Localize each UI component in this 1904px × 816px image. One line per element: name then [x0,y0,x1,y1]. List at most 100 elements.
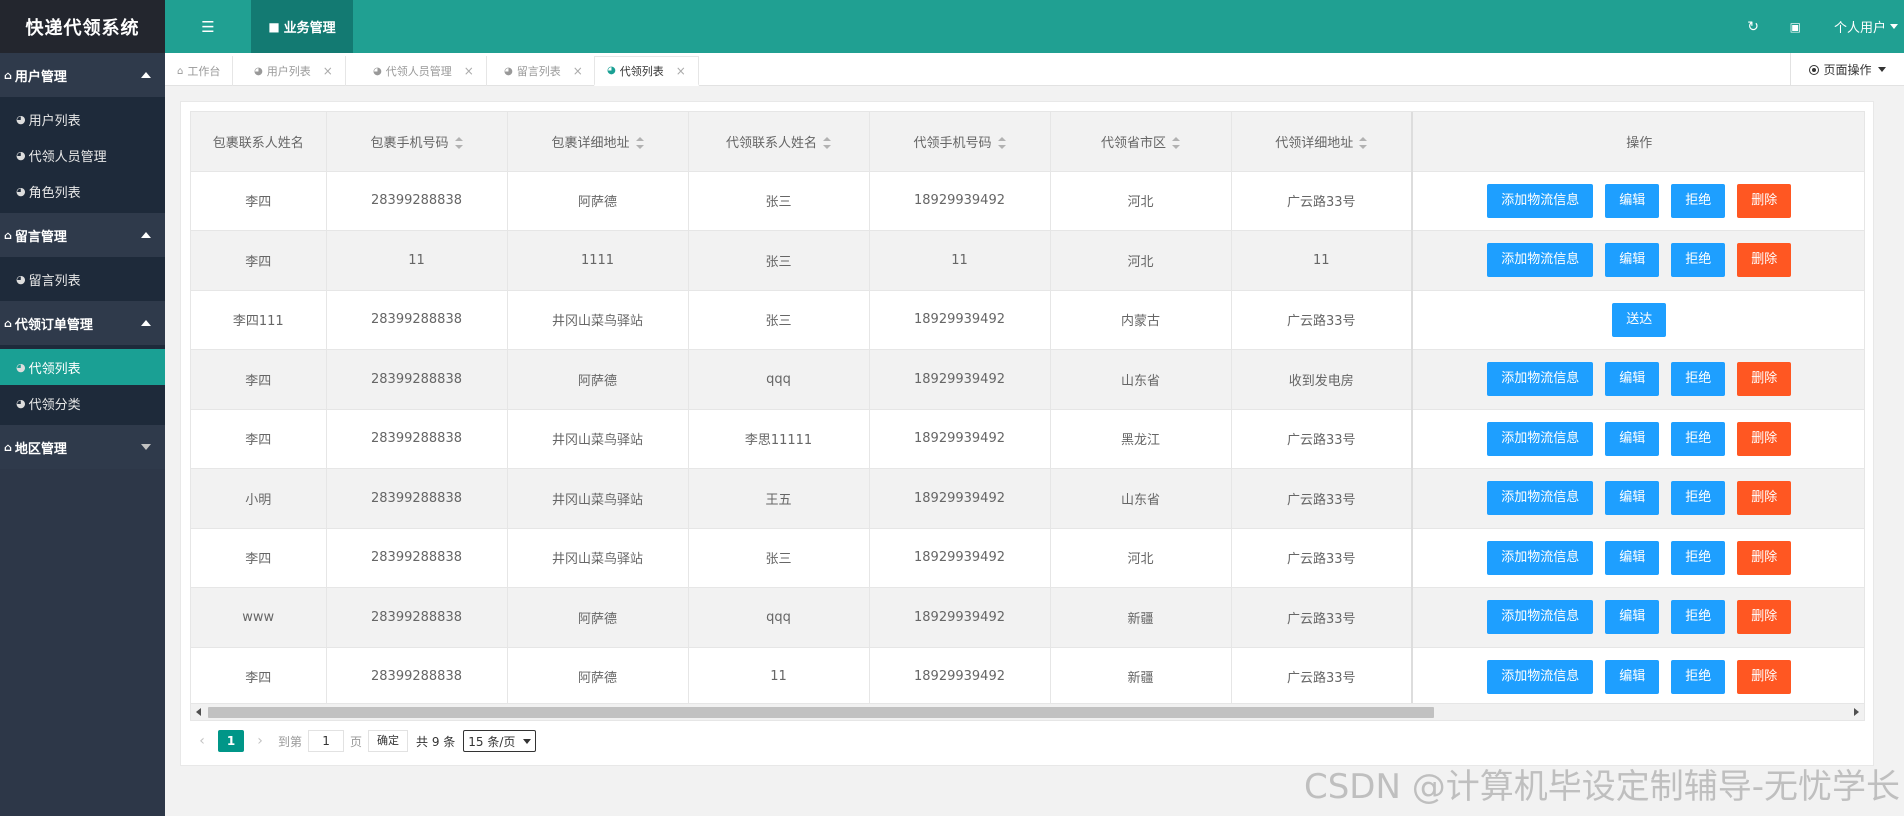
delete-button[interactable]: 删除 [1737,540,1792,575]
delete-button[interactable]: 删除 [1737,183,1792,218]
reject-button[interactable]: 拒绝 [1671,540,1726,575]
nav-group-message-management[interactable]: ⌂ 留言管理 [0,213,165,257]
delete-button[interactable]: 删除 [1737,362,1792,397]
tab-user-list[interactable]: ◕ 用户列表 × [242,56,346,86]
add-logistics-button[interactable]: 添加物流信息 [1487,659,1594,694]
table-cell: 内蒙古 [1050,290,1232,350]
delete-button[interactable]: 删除 [1737,421,1792,456]
sort-icon[interactable] [1172,137,1180,150]
refresh-button[interactable]: ↻ [1747,0,1759,53]
next-page-button[interactable]: › [248,733,272,749]
prev-page-button[interactable]: ‹ [190,733,214,749]
scrollbar-thumb[interactable] [208,707,1434,718]
column-header-label: 包裹详细地址 [551,135,630,151]
trash-icon: ▣ [1789,19,1801,34]
sort-icon[interactable] [823,137,831,150]
table-cell: www [191,587,327,648]
close-icon[interactable]: × [676,64,686,78]
table-row: 李四 28399288838 阿萨德 张三 18929939492 河北 广云路33号 添加物… [191,171,1864,231]
nav-group-order-management[interactable]: ⌂ 代领订单管理 [0,301,165,345]
sidebar-item-agent-management[interactable]: ◕ 代领人员管理 [0,137,165,173]
reject-button[interactable]: 拒绝 [1671,600,1726,635]
edit-button[interactable]: 编辑 [1605,659,1660,694]
nav-group-region-management[interactable]: ⌂ 地区管理 [0,425,165,469]
page-size-select[interactable]: 15 条/页 [463,730,537,752]
scroll-right-icon[interactable] [1854,708,1859,716]
page-size-value: 15 条/页 [468,734,516,749]
column-header[interactable]: 代领联系人姓名 [688,112,870,172]
user-menu[interactable]: 个人用户 [1834,0,1898,53]
edit-button[interactable]: 编辑 [1605,540,1660,575]
add-logistics-button[interactable]: 添加物流信息 [1487,421,1594,456]
tab-workbench[interactable]: ⌂ 工作台 [165,56,234,86]
reject-button[interactable]: 拒绝 [1671,659,1726,694]
clear-cache-button[interactable]: ▣ [1790,0,1801,53]
refresh-icon: ↻ [1747,18,1759,35]
table-cell: 11 [326,230,508,291]
current-page[interactable]: 1 [218,730,244,752]
column-header[interactable]: 包裹详细地址 [507,112,689,172]
sidebar-item-label: 留言列表 [28,273,81,289]
add-logistics-button[interactable]: 添加物流信息 [1487,600,1594,635]
edit-button[interactable]: 编辑 [1605,362,1660,397]
scroll-left-icon[interactable] [196,708,201,716]
confirm-button[interactable]: 确定 [368,730,409,752]
edit-button[interactable]: 编辑 [1605,421,1660,456]
sidebar-item-role-list[interactable]: ◕ 角色列表 [0,173,165,209]
goto-page-input[interactable] [308,730,345,752]
pagination: ‹ 1 › 到第 页 确定 共 9 条 15 条/页 [190,729,537,753]
edit-button[interactable]: 编辑 [1605,600,1660,635]
reject-button[interactable]: 拒绝 [1671,183,1726,218]
delete-button[interactable]: 删除 [1737,481,1792,516]
nav-group-user-management[interactable]: ⌂ 用户管理 [0,53,165,97]
tab-pickup-list[interactable]: ◕ 代领列表 × [594,56,699,86]
add-logistics-button[interactable]: 添加物流信息 [1487,481,1594,516]
column-header[interactable]: 包裹手机号码 [326,112,508,172]
add-logistics-button[interactable]: 添加物流信息 [1487,243,1594,278]
reject-button[interactable]: 拒绝 [1671,481,1726,516]
deliver-button[interactable]: 送达 [1612,302,1667,337]
table-cell: qqq [688,349,870,410]
add-logistics-button[interactable]: 添加物流信息 [1487,183,1594,218]
table-cell: 山东省 [1050,349,1232,410]
sort-icon[interactable] [1359,137,1368,150]
sort-icon[interactable] [635,137,644,150]
sidebar-item-user-list[interactable]: ◕ 用户列表 [0,101,165,137]
edit-button[interactable]: 编辑 [1605,481,1660,516]
horizontal-scrollbar[interactable] [191,703,1864,720]
tab-message-list[interactable]: ◕ 留言列表 × [492,56,596,86]
delete-button[interactable]: 删除 [1737,659,1792,694]
menu-toggle-button[interactable]: ☰ [165,0,251,53]
add-logistics-button[interactable]: 添加物流信息 [1487,540,1594,575]
column-header[interactable]: 代领详细地址 [1231,112,1413,172]
tab-agent-management[interactable]: ◕ 代领人员管理 × [361,56,487,86]
edit-button[interactable]: 编辑 [1605,243,1660,278]
top-header: ☰ ■ 业务管理 ↻ ▣ 个人用户 [165,0,1904,53]
column-header[interactable]: 代领手机号码 [869,112,1051,172]
close-icon[interactable]: × [573,64,583,78]
sidebar-item-message-list[interactable]: ◕ 留言列表 [0,261,165,297]
table-cell: 11 [869,230,1051,291]
reject-button[interactable]: 拒绝 [1671,362,1726,397]
table-cell: 阿萨德 [507,349,689,410]
edit-button[interactable]: 编辑 [1605,183,1660,218]
table-cell: 18929939492 [869,290,1051,350]
sort-icon[interactable] [454,137,463,150]
sidebar-item-label: 代领分类 [28,397,81,413]
close-icon[interactable]: × [464,64,474,78]
sort-icon[interactable] [997,137,1006,150]
delete-button[interactable]: 删除 [1737,600,1792,635]
page-operations-menu[interactable]: 页面操作 [1790,53,1904,86]
sidebar-item-pickup-category[interactable]: ◕ 代领分类 [0,385,165,421]
column-header[interactable]: 代领省市区 [1050,112,1232,172]
business-management-tab[interactable]: ■ 业务管理 [251,0,353,53]
sidebar-item-pickup-list[interactable]: ◕ 代领列表 [0,349,165,385]
add-logistics-button[interactable]: 添加物流信息 [1487,362,1594,397]
table-cell: 张三 [688,528,870,588]
table-cell: 28399288838 [326,528,508,588]
delete-button[interactable]: 删除 [1737,243,1792,278]
reject-button[interactable]: 拒绝 [1671,243,1726,278]
close-icon[interactable]: × [323,64,333,78]
actions-cell: 添加物流信息 编辑 拒绝 删除 [1411,171,1864,231]
reject-button[interactable]: 拒绝 [1671,421,1726,456]
